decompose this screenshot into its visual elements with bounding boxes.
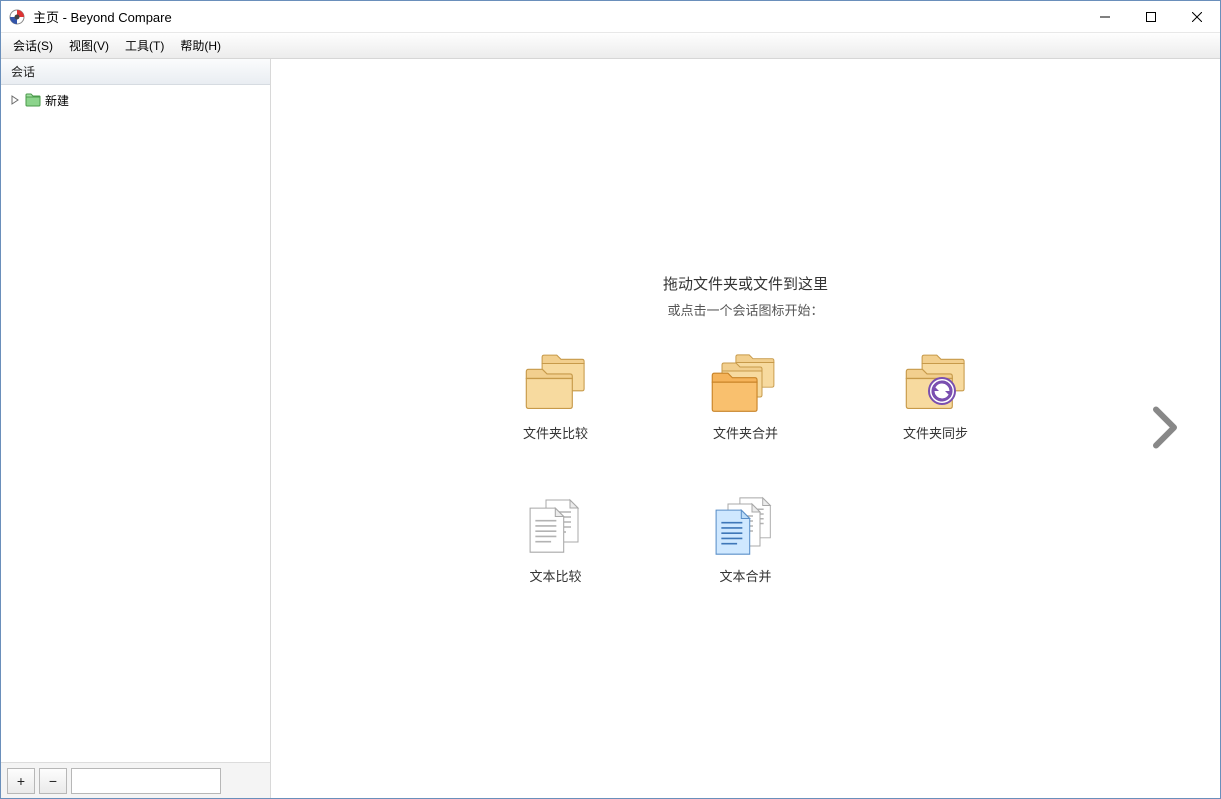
minimize-icon [1100,12,1110,22]
main-pane: 拖动文件夹或文件到这里 或点击一个会话图标开始： 文件夹比较 文件夹合并 文件夹… [271,59,1220,798]
close-icon [1192,12,1202,22]
search-field[interactable] [71,768,221,794]
maximize-icon [1146,12,1156,22]
folder-sync-icon [900,349,972,413]
session-type-grid: 文件夹比较 文件夹合并 文件夹同步 文本比较 文本合并 [486,349,1006,585]
session-text-merge[interactable]: 文本合并 [676,492,816,585]
window-minimize-button[interactable] [1082,1,1128,33]
session-label: 文本合并 [719,566,771,585]
chevron-right-icon [1150,405,1180,449]
session-folder-compare[interactable]: 文件夹比较 [486,349,626,442]
text-merge-icon [710,492,782,556]
menu-help[interactable]: 帮助(H) [172,34,229,57]
session-text-compare[interactable]: 文本比较 [486,492,626,585]
menu-bar: 会话(S) 视图(V) 工具(T) 帮助(H) [1,33,1220,59]
session-label: 文件夹比较 [523,423,588,442]
search-input[interactable] [76,772,235,790]
session-label: 文件夹合并 [713,423,778,442]
menu-tools[interactable]: 工具(T) [117,34,172,57]
sidebar-footer: + − [1,762,270,798]
add-session-button[interactable]: + [7,768,35,794]
drop-prompt-line2: 或点击一个会话图标开始： [667,300,823,319]
body: 会话 新建 + − [1,59,1220,798]
session-folder-merge[interactable]: 文件夹合并 [676,349,816,442]
folder-new-icon [25,92,41,108]
session-tree[interactable]: 新建 [1,85,270,762]
remove-session-button[interactable]: − [39,768,67,794]
window-maximize-button[interactable] [1128,1,1174,33]
folder-compare-icon [520,349,592,413]
title-bar: 主页 - Beyond Compare [1,1,1220,33]
menu-session[interactable]: 会话(S) [5,34,61,57]
drop-prompt-line1: 拖动文件夹或文件到这里 [663,273,828,294]
tree-item-label: 新建 [45,92,69,109]
sidebar: 会话 新建 + − [1,59,271,798]
text-compare-icon [520,492,592,556]
sidebar-header: 会话 [1,59,270,85]
app-window: 主页 - Beyond Compare 会话(S) 视图(V) 工具(T) 帮助… [0,0,1221,799]
folder-merge-icon [710,349,782,413]
chevron-right-icon[interactable] [9,94,21,106]
window-title: 主页 - Beyond Compare [33,7,172,26]
tree-item-new[interactable]: 新建 [3,89,268,111]
menu-view[interactable]: 视图(V) [61,34,117,57]
session-label: 文本比较 [529,566,581,585]
session-folder-sync[interactable]: 文件夹同步 [866,349,1006,442]
window-close-button[interactable] [1174,1,1220,33]
app-icon [9,9,25,25]
session-label: 文件夹同步 [903,423,968,442]
next-page-button[interactable] [1150,405,1180,452]
